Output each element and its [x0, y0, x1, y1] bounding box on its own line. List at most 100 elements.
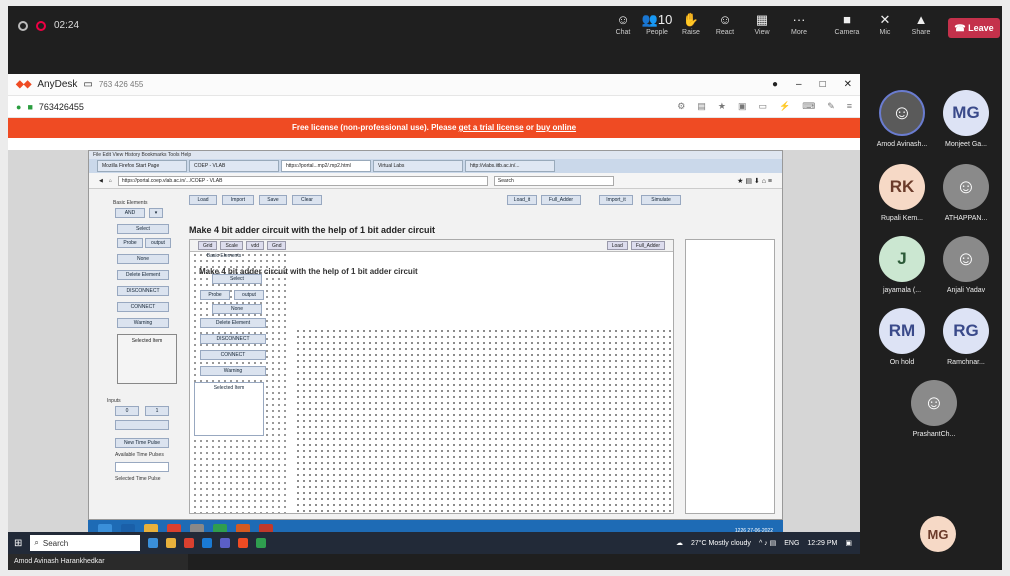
clear-button[interactable]: Clear	[292, 195, 322, 205]
view-button[interactable]: ▦ View	[745, 11, 779, 36]
maximize-icon[interactable]: □	[820, 79, 826, 90]
browser-tab-active[interactable]: https://portal...mp2/.mp2.html	[281, 160, 371, 172]
new-time-pulse-button[interactable]: New Time Pulse	[115, 438, 169, 448]
buy-online-link[interactable]: buy online	[536, 123, 576, 132]
mic-button[interactable]: ✕ Mic	[868, 11, 902, 36]
circuit-grid[interactable]	[295, 328, 673, 513]
participant-tile[interactable]: RK Rupali Kem...	[870, 164, 934, 222]
chat-button[interactable]: ☺ Chat	[606, 11, 640, 36]
select-button[interactable]: Select	[117, 224, 169, 234]
back-icon[interactable]: ◀	[99, 178, 103, 184]
participant-tile[interactable]: ☺ Anjali Yadav	[934, 236, 998, 294]
settings-icon[interactable]: ⚙	[677, 101, 685, 112]
nested-tab[interactable]: Grid	[198, 241, 218, 250]
react-button[interactable]: ☺ React	[708, 11, 742, 36]
nested-button[interactable]: Probe	[200, 290, 230, 300]
explorer-icon[interactable]	[166, 538, 177, 548]
display-icon[interactable]: ▭	[758, 101, 767, 112]
save-button[interactable]: Save	[259, 195, 287, 205]
warning-button[interactable]: Warning	[117, 318, 169, 328]
self-avatar[interactable]: MG	[920, 516, 956, 552]
camera-button[interactable]: ■ Camera	[830, 11, 864, 36]
raise-hand-button[interactable]: ✋ Raise	[674, 11, 708, 36]
input-zero-button[interactable]: 0	[115, 406, 139, 416]
nested-tab[interactable]: Scale	[220, 241, 243, 250]
teams-icon[interactable]	[220, 538, 231, 548]
menu-icon[interactable]: ≡	[847, 101, 852, 112]
participant-tile[interactable]: MG Monjeet Ga...	[934, 90, 998, 148]
account-icon[interactable]: ●	[772, 79, 778, 90]
participant-tile[interactable]: ☺ PrashantCh...	[902, 380, 966, 438]
available-pulses-list[interactable]	[115, 462, 169, 472]
nested-button[interactable]: Warning	[200, 366, 266, 376]
probe-button[interactable]: Probe	[117, 238, 143, 248]
participant-tile[interactable]: Jjayamala (...	[870, 236, 934, 294]
people-button[interactable]: 👥10 People	[640, 11, 674, 36]
simulate-button[interactable]: Simulate	[641, 195, 681, 205]
file-icon[interactable]: ▤	[697, 101, 706, 112]
more-button[interactable]: ··· More	[782, 11, 816, 36]
delete-element-button[interactable]: Delete Element	[117, 270, 169, 280]
none-button[interactable]: None	[117, 254, 169, 264]
chat-icon[interactable]: ▣	[738, 101, 747, 112]
edge-icon[interactable]	[202, 538, 213, 548]
keyboard-icon[interactable]: ⌨	[802, 101, 815, 112]
nested-button[interactable]: None	[212, 304, 262, 314]
output-button[interactable]: output	[145, 238, 171, 248]
nested-button[interactable]: output	[234, 290, 264, 300]
nested-load[interactable]: Load	[606, 241, 628, 250]
nested-button[interactable]: CONNECT	[200, 350, 266, 360]
import-button[interactable]: Import	[222, 195, 254, 205]
taskbar-search[interactable]: ⌕ Search	[30, 535, 141, 551]
participant-tile[interactable]: ☺ Amod Avinash...	[870, 90, 934, 148]
browser-tab[interactable]: http://vlabs.iitb.ac.in/...	[465, 160, 555, 172]
share-icon: ▲	[914, 12, 928, 27]
url-input[interactable]: https://portal.coep.vlab.ac.in/.../COEP …	[117, 175, 488, 186]
language-indicator[interactable]: ENG	[784, 540, 799, 547]
close-icon[interactable]: ✕	[844, 79, 852, 90]
anydesk-tab[interactable]: 763 426 455	[99, 80, 144, 89]
input-one-button[interactable]: 1	[145, 406, 169, 416]
participant-tile[interactable]: ☺ ATHAPPAN...	[934, 164, 998, 222]
nested-tab[interactable]: vdd	[245, 241, 265, 250]
search-input[interactable]: Search	[493, 175, 614, 186]
load-button[interactable]: Load	[189, 195, 217, 205]
load-it-button[interactable]: Load_it	[507, 195, 537, 205]
taskview-icon[interactable]	[148, 538, 159, 548]
home-icon[interactable]: ⌂	[109, 178, 112, 184]
participant-tile[interactable]: RG Ramchnar...	[934, 308, 998, 366]
remote-desktop[interactable]: File Edit View History Bookmarks Tools H…	[8, 150, 860, 548]
browser-tab[interactable]: Mozilla Firefox Start Page	[97, 160, 187, 172]
tray-icons[interactable]: ^ ♪ ▤	[759, 539, 776, 547]
app-icon[interactable]	[256, 538, 267, 548]
leave-button[interactable]: ☎ Leave	[948, 18, 1000, 38]
dropdown-arrow-icon[interactable]: ▾	[149, 208, 163, 218]
nested-full-adder[interactable]: Full_Adder	[630, 241, 665, 250]
disconnect-button[interactable]: DISCONNECT	[117, 286, 169, 296]
import-it-button[interactable]: Import_it	[599, 195, 633, 205]
browser-tab[interactable]: Virtual Labs	[373, 160, 463, 172]
chrome-icon[interactable]	[184, 538, 195, 548]
anydesk-icon[interactable]	[238, 538, 249, 548]
clock[interactable]: 12:29 PM	[807, 540, 837, 547]
connect-button[interactable]: CONNECT	[117, 302, 169, 312]
input-slider[interactable]	[115, 420, 169, 430]
nested-tab[interactable]: Gnd	[267, 241, 287, 250]
participant-tile[interactable]: RM On hold	[870, 308, 934, 366]
minimize-icon[interactable]: –	[796, 79, 802, 90]
lightning-icon[interactable]: ⚡	[779, 101, 790, 112]
trial-license-link[interactable]: get a trial license	[459, 123, 524, 132]
browser-tab[interactable]: COEP - VLAB	[189, 160, 279, 172]
share-button[interactable]: ▲ Share	[904, 11, 938, 36]
nested-button[interactable]: Delete Element	[200, 318, 266, 328]
browser-menu[interactable]: File Edit View History Bookmarks Tools H…	[89, 151, 782, 159]
notification-icon[interactable]: ▣	[845, 539, 852, 547]
full-adder-select[interactable]: Full_Adder	[541, 195, 581, 205]
windows-icon[interactable]: ⊞	[14, 538, 22, 549]
pen-icon[interactable]: ✎	[827, 101, 835, 112]
nested-button[interactable]: DISCONNECT	[200, 334, 266, 344]
browser-tools-icon[interactable]: ★ ▤ ⬇ ⌂ ≡	[737, 177, 772, 185]
element-select[interactable]: AND	[115, 208, 145, 218]
remote-address[interactable]: 763426455	[39, 102, 84, 112]
star-icon[interactable]: ★	[718, 101, 726, 112]
